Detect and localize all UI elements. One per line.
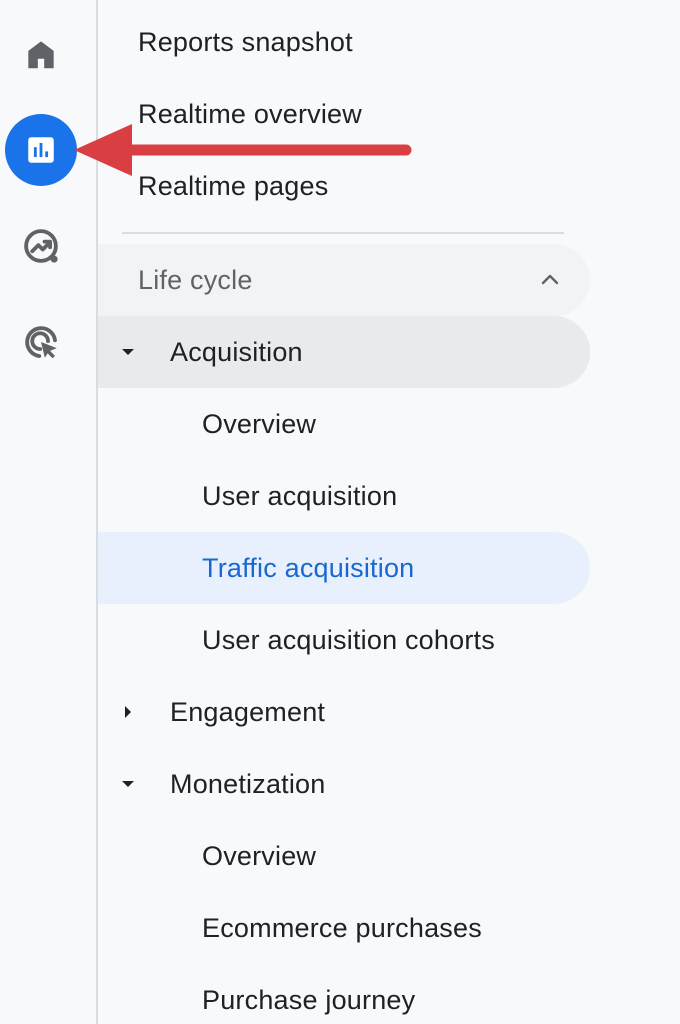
nav-group-label: Monetization: [170, 768, 326, 799]
nav-group-label: Engagement: [170, 696, 326, 727]
analytics-app: Reports snapshot Realtime overview Realt…: [0, 0, 680, 1024]
nav-ecommerce-purchases[interactable]: Ecommerce purchases: [98, 892, 590, 964]
nav-item-label: Overview: [202, 408, 317, 439]
home-button[interactable]: [5, 18, 77, 90]
nav-item-label: Ecommerce purchases: [202, 912, 482, 943]
section-label: Life cycle: [138, 264, 253, 295]
nav-divider: [122, 232, 564, 234]
nav-group-label: Acquisition: [170, 336, 303, 367]
nav-item-label: Traffic acquisition: [202, 552, 415, 583]
nav-purchase-journey[interactable]: Purchase journey: [98, 964, 590, 1024]
nav-group-engagement[interactable]: Engagement: [98, 676, 590, 748]
explore-trend-icon: [24, 229, 58, 263]
nav-item-label: Reports snapshot: [138, 26, 353, 57]
nav-item-label: User acquisition cohorts: [202, 624, 495, 655]
nav-traffic-acquisition[interactable]: Traffic acquisition: [98, 532, 590, 604]
nav-monetization-overview[interactable]: Overview: [98, 820, 590, 892]
advertising-button[interactable]: [5, 306, 77, 378]
home-icon: [28, 41, 54, 69]
nav-user-acquisition-cohorts[interactable]: User acquisition cohorts: [98, 604, 590, 676]
caret-down-icon: [122, 349, 134, 355]
annotation-arrow: [74, 124, 412, 176]
nav-section-life-cycle[interactable]: Life cycle: [98, 244, 590, 316]
reports-button[interactable]: [5, 114, 77, 186]
nav-group-acquisition[interactable]: Acquisition: [98, 316, 590, 388]
nav-acquisition-overview[interactable]: Overview: [98, 388, 590, 460]
caret-down-icon: [122, 781, 134, 787]
explore-button[interactable]: [5, 210, 77, 282]
nav-group-monetization[interactable]: Monetization: [98, 748, 590, 820]
chevron-up-icon[interactable]: [538, 268, 562, 292]
nav-item-label: Purchase journey: [202, 984, 416, 1015]
advertising-target-cursor-icon: [25, 326, 57, 359]
reports-bar-chart-icon: [28, 137, 54, 163]
nav-reports-snapshot[interactable]: Reports snapshot: [98, 6, 590, 78]
nav-item-label: Overview: [202, 840, 317, 871]
nav-item-label: User acquisition: [202, 480, 398, 511]
caret-right-icon: [125, 706, 131, 718]
nav-user-acquisition[interactable]: User acquisition: [98, 460, 590, 532]
